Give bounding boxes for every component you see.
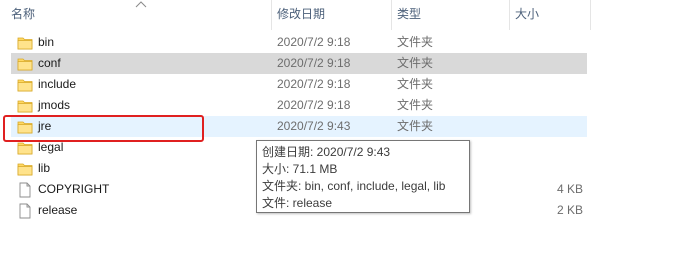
- folder-icon: [17, 58, 33, 71]
- file-size: [515, 158, 583, 179]
- file-modified-date: 2020/7/2 9:18: [277, 98, 351, 112]
- file-name: jmods: [38, 98, 71, 112]
- column-header-type[interactable]: 类型: [397, 0, 507, 30]
- file-icon: [19, 203, 31, 219]
- file-row-jmods[interactable]: jmods 2020/7/2 9:18 文件夹: [0, 95, 692, 116]
- folder-icon: [17, 100, 33, 113]
- file-type: 文件夹: [397, 56, 434, 70]
- file-size: [515, 116, 583, 137]
- column-header-name-label: 名称: [11, 7, 36, 21]
- file-size: 4 KB: [556, 182, 583, 196]
- file-size: [515, 95, 583, 116]
- folder-info-tooltip: 创建日期: 2020/7/2 9:43 大小: 71.1 MB 文件夹: bin…: [256, 140, 470, 213]
- file-name: bin: [38, 35, 55, 49]
- column-header-modified-label: 修改日期: [277, 7, 326, 21]
- file-icon: [19, 182, 31, 198]
- tooltip-created: 创建日期: 2020/7/2 9:43: [262, 145, 391, 159]
- file-modified-date: 2020/7/2 9:43: [277, 119, 351, 133]
- column-divider[interactable]: [590, 0, 591, 30]
- column-header-type-label: 类型: [397, 7, 422, 21]
- file-modified-date: 2020/7/2 9:18: [277, 56, 351, 70]
- file-modified-date: 2020/7/2 9:18: [277, 35, 351, 49]
- folder-icon: [17, 79, 33, 92]
- file-size: [515, 32, 583, 53]
- folder-icon: [17, 37, 33, 50]
- tooltip-size: 大小: 71.1 MB: [262, 162, 338, 176]
- column-header-size-label: 大小: [515, 7, 540, 21]
- file-row-conf[interactable]: conf 2020/7/2 9:18 文件夹: [0, 53, 692, 74]
- file-size: [515, 53, 583, 74]
- file-type: 文件夹: [397, 119, 434, 133]
- file-row-include[interactable]: include 2020/7/2 9:18 文件夹: [0, 74, 692, 95]
- file-name: lib: [38, 161, 51, 175]
- file-row-bin[interactable]: bin 2020/7/2 9:18 文件夹: [0, 32, 692, 53]
- file-size: [515, 74, 583, 95]
- column-divider[interactable]: [271, 0, 272, 30]
- folder-icon: [17, 163, 33, 176]
- tooltip-folders: 文件夹: bin, conf, include, legal, lib: [262, 179, 446, 193]
- file-name: conf: [38, 56, 61, 70]
- file-name: include: [38, 77, 77, 91]
- file-modified-date: 2020/7/2 9:18: [277, 77, 351, 91]
- sort-ascending-icon: [135, 1, 147, 8]
- file-size: [515, 137, 583, 158]
- folder-icon: [17, 142, 33, 155]
- file-type: 文件夹: [397, 98, 434, 112]
- column-divider[interactable]: [391, 0, 392, 30]
- tooltip-files: 文件: release: [262, 196, 333, 210]
- file-size: 2 KB: [556, 203, 583, 217]
- file-type: 文件夹: [397, 77, 434, 91]
- file-type: 文件夹: [397, 35, 434, 49]
- annotation-highlight-box: [3, 115, 204, 142]
- column-header-modified[interactable]: 修改日期: [277, 0, 387, 30]
- column-header-size[interactable]: 大小: [515, 0, 585, 30]
- column-divider[interactable]: [509, 0, 510, 30]
- column-header-bar: 名称 修改日期 类型 大小: [0, 0, 692, 30]
- file-name: release: [38, 203, 78, 217]
- file-name: COPYRIGHT: [38, 182, 110, 196]
